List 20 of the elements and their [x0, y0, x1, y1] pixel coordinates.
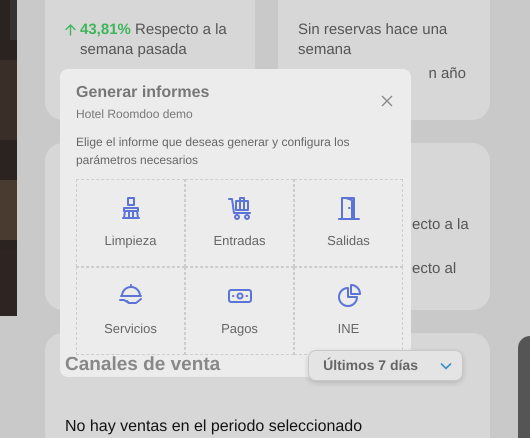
close-icon[interactable] [381, 95, 393, 107]
report-tile[interactable]: Pagos [185, 267, 294, 355]
text-fragment: ecto a la [412, 216, 469, 233]
modal-title: Generar informes [76, 83, 210, 103]
pie-chart-icon [336, 283, 362, 310]
note-text: n año [427, 64, 466, 84]
modal-description: Elige el informe que deseas generar y configura los parámetros necesarios [76, 134, 350, 169]
period-dropdown[interactable]: Últimos 7 días [308, 350, 463, 381]
report-tile[interactable]: Salidas [294, 179, 403, 267]
report-tile[interactable]: Limpieza [76, 179, 185, 267]
empty-message: No hay ventas en el periodo seleccionado [65, 417, 364, 436]
change-text: 43,81% Respecto a la semana pasada [80, 20, 228, 60]
cart-icon [226, 195, 252, 222]
report-tile[interactable]: Servicios [76, 267, 185, 355]
text-fragment: ecto al [412, 260, 456, 277]
chevron-down-icon [440, 362, 452, 370]
section-title: Canales de venta [65, 353, 220, 378]
modal-subtitle: Hotel Roomdoo demo [76, 106, 194, 123]
report-tile[interactable]: Entradas [185, 179, 294, 267]
door-icon [336, 195, 362, 222]
